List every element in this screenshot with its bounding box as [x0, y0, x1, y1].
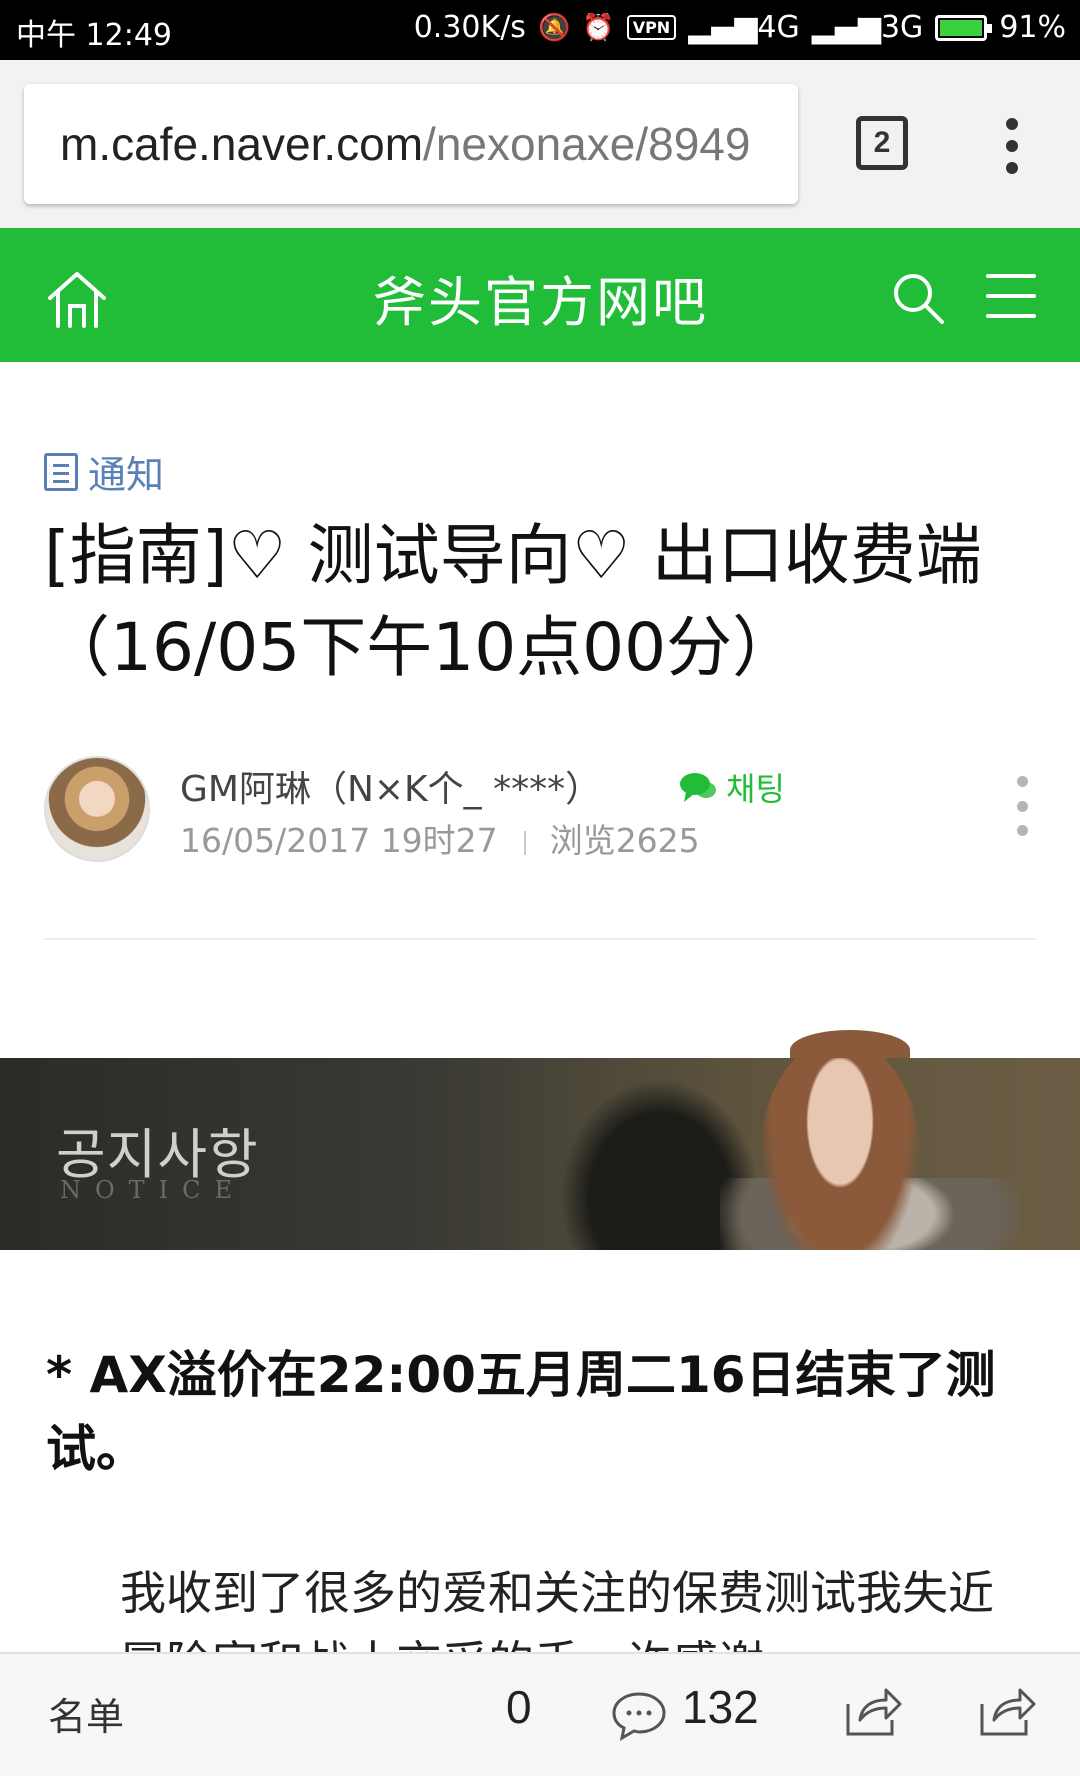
comment-count[interactable]: 132 — [682, 1680, 759, 1734]
forward-icon[interactable] — [976, 1684, 1036, 1740]
vpn-icon: VPN — [626, 15, 677, 40]
comment-icon[interactable] — [610, 1690, 668, 1742]
list-button[interactable]: 名单 — [48, 1686, 124, 1741]
net-label-4g: 4G — [757, 10, 800, 45]
more-options-icon[interactable] — [1014, 776, 1030, 836]
article-title: [指南]♡ 测试导向♡ 出口收费端（16/05下午10点00分） — [44, 517, 982, 686]
status-bar: 中午 12:49 0.30K/s 🔕 ⏰ VPN ▂▄▆4G ▂▄▆3G 91% — [0, 0, 1080, 60]
browser-toolbar: m.cafe.naver.com/nexonaxe/8949 2 — [0, 60, 1080, 228]
chat-button[interactable]: 채팅 — [678, 764, 785, 810]
signal-3g: ▂▄▆3G — [812, 10, 924, 45]
author-name[interactable]: GM阿琳（N×K个_ ****） — [180, 760, 601, 812]
url-bar[interactable]: m.cafe.naver.com/nexonaxe/8949 — [24, 84, 798, 204]
like-count[interactable]: 0 — [506, 1680, 532, 1734]
status-time: 中午 12:49 — [16, 18, 172, 53]
net-label-3g: 3G — [880, 10, 924, 45]
browser-menu-icon[interactable] — [1000, 118, 1024, 174]
url-host: m.cafe.naver.com — [60, 118, 424, 170]
notice-banner-image: 공지사항 NOTICE — [0, 1058, 1080, 1250]
author-info: GM阿琳（N×K个_ ****） 채팅 16/05/2017 19时27 浏览26… — [44, 756, 1036, 866]
signal-4g: ▂▄▆4G — [688, 10, 800, 45]
banner-subtitle: NOTICE — [60, 1176, 247, 1204]
hamburger-menu-icon[interactable] — [986, 274, 1036, 318]
search-icon[interactable] — [890, 270, 946, 326]
tab-switcher-button[interactable]: 2 — [856, 116, 908, 170]
signal-icon: ▂▄▆ — [688, 10, 758, 45]
share-icon[interactable] — [842, 1684, 902, 1740]
mute-icon: 🔕 — [537, 12, 571, 43]
url-path: /nexonaxe/8949 — [423, 118, 751, 170]
category-label: 通知 — [88, 453, 165, 497]
network-speed: 0.30K/s — [413, 10, 526, 45]
status-indicators: 0.30K/s 🔕 ⏰ VPN ▂▄▆4G ▂▄▆3G 91% — [414, 10, 1066, 45]
divider — [44, 938, 1036, 940]
post-date: 16/05/2017 19时27 — [180, 821, 498, 860]
article-category[interactable]: 通知 — [44, 444, 164, 499]
alarm-icon: ⏰ — [582, 12, 615, 43]
bottom-action-bar: 名单 0 132 — [0, 1652, 1080, 1776]
list-icon — [44, 452, 78, 491]
battery-percent: 91% — [999, 10, 1066, 45]
chat-icon — [680, 773, 716, 802]
battery-icon — [935, 14, 993, 41]
cafe-header: 斧头官方网吧 — [0, 228, 1080, 362]
signal-icon: ▂▄▆ — [811, 10, 881, 45]
article-bold-line: * AX溢价在22:00五月周二16日结束了测试。 — [46, 1346, 996, 1478]
article-meta: 16/05/2017 19时27 浏览2625 — [180, 814, 700, 862]
avatar[interactable] — [44, 756, 150, 862]
view-count: 浏览2625 — [549, 821, 700, 860]
chat-label: 채팅 — [726, 770, 785, 808]
